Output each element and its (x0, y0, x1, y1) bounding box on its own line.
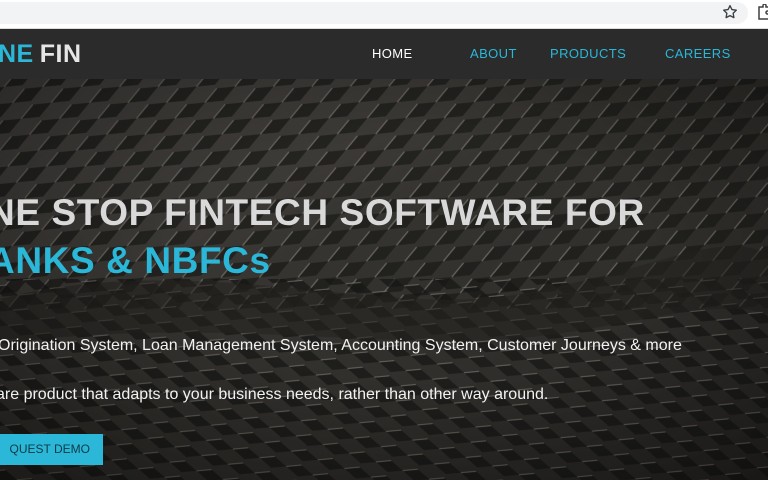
nav-about-link[interactable]: ABOUT (470, 46, 517, 62)
star-icon[interactable] (721, 3, 739, 21)
nav-products-link[interactable]: PRODUCTS (550, 46, 626, 62)
logo-part-a: NE (0, 40, 34, 68)
address-bar[interactable] (0, 2, 748, 24)
nav-home-link[interactable]: HOME (372, 46, 413, 62)
site-navbar: NE FIN HOME ABOUT PRODUCTS CAREERS (0, 29, 768, 79)
browser-toolbar (0, 0, 768, 29)
hero-section: NE STOP FINTECH SOFTWARE FOR ANKS & NBFC… (0, 79, 768, 480)
logo-part-b: FIN (39, 40, 82, 68)
puzzle-icon[interactable] (757, 4, 768, 20)
hero-subtitle-line-2: are product that adapts to your business… (0, 386, 549, 403)
hero-title-line-2: ANKS & NBFCs (0, 240, 271, 281)
request-demo-button[interactable]: QUEST DEMO (0, 434, 103, 465)
hero-subtitle-line-1: Origination System, Loan Management Syst… (0, 337, 682, 354)
brand-logo[interactable]: NE FIN (0, 37, 82, 71)
hero-title-line-1: NE STOP FINTECH SOFTWARE FOR (0, 192, 645, 233)
nav-careers-link[interactable]: CAREERS (665, 46, 731, 62)
